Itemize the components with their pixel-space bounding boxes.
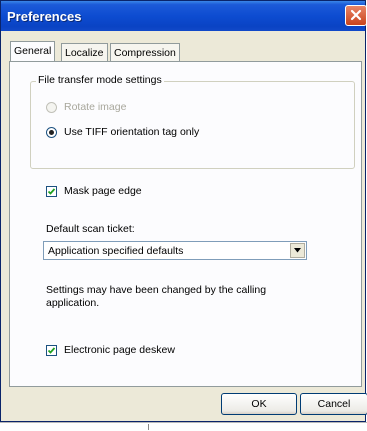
title-bar[interactable]: Preferences — [1, 1, 367, 31]
page-deskew-checkbox[interactable] — [46, 344, 57, 356]
page-deskew-checkbox-row[interactable]: Electronic page deskew — [46, 344, 175, 356]
scan-ticket-select[interactable]: Application specified defaults — [43, 241, 307, 260]
close-icon — [350, 9, 362, 21]
checkmark-icon — [47, 346, 56, 354]
mask-page-edge-checkbox[interactable] — [46, 185, 57, 197]
scan-ticket-dropdown-button[interactable] — [290, 243, 305, 258]
close-button[interactable] — [345, 5, 367, 26]
file-transfer-legend: File transfer mode settings — [36, 74, 164, 86]
radio-rotate-image[interactable]: Rotate image — [46, 101, 126, 113]
tab-compression[interactable]: Compression — [110, 43, 180, 61]
page-deskew-label: Electronic page deskew — [64, 344, 175, 356]
cancel-button[interactable]: Cancel — [300, 393, 367, 415]
tab-general[interactable]: General — [10, 41, 56, 61]
settings-note-line2: application. — [46, 297, 100, 309]
preferences-dialog: Preferences General Localize Compression… — [0, 0, 367, 422]
scan-ticket-value: Application specified defaults — [48, 245, 184, 257]
mask-page-edge-checkbox-row[interactable]: Mask page edge — [46, 185, 142, 197]
radio-rotate-image-label: Rotate image — [64, 101, 127, 113]
tab-general-label: General — [14, 45, 52, 57]
tab-compression-label: Compression — [114, 47, 176, 59]
background-divider — [148, 424, 149, 430]
tab-localize-label: Localize — [65, 47, 104, 59]
ok-button[interactable]: OK — [221, 393, 297, 415]
radio-use-tiff-orientation-label: Use TIFF orientation tag only — [64, 126, 200, 138]
scan-ticket-label: Default scan ticket: — [46, 223, 135, 235]
chevron-down-icon — [294, 248, 301, 253]
radio-use-tiff-orientation-button[interactable] — [46, 126, 57, 138]
window-title: Preferences — [7, 9, 82, 24]
mask-page-edge-label: Mask page edge — [64, 185, 142, 197]
file-transfer-groupbox — [30, 81, 355, 169]
checkmark-icon — [47, 187, 56, 195]
tab-localize[interactable]: Localize — [61, 43, 108, 61]
radio-rotate-image-button[interactable] — [46, 101, 57, 113]
radio-use-tiff-orientation[interactable]: Use TIFF orientation tag only — [46, 126, 199, 138]
settings-note-line1: Settings may have been changed by the ca… — [46, 284, 267, 296]
